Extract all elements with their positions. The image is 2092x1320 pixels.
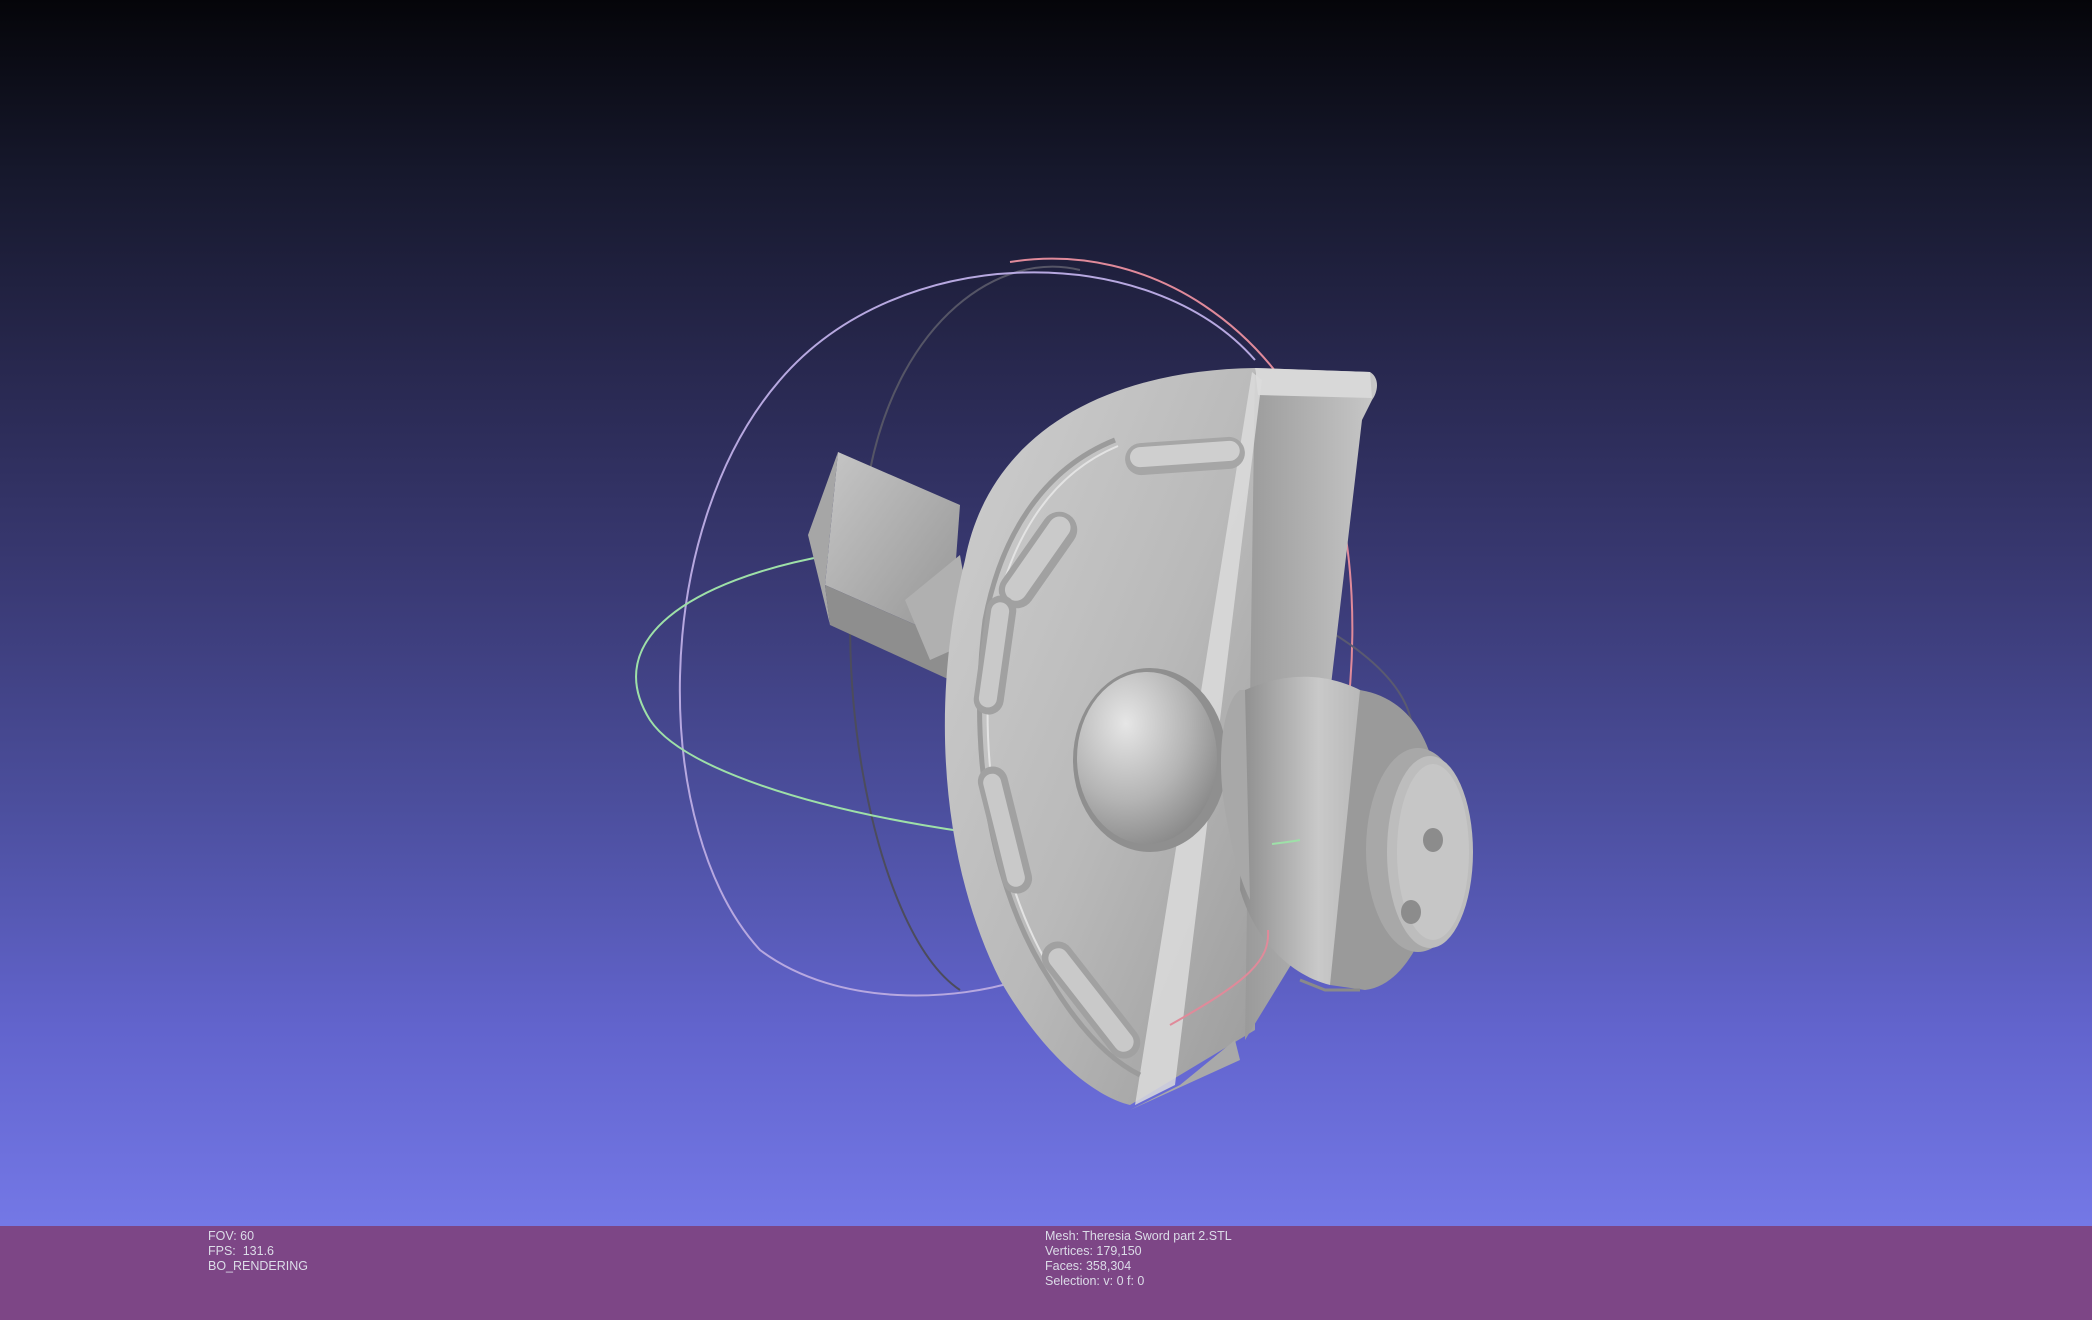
3d-viewport[interactable] (0, 0, 2092, 1226)
mesh-info: Mesh: Theresia Sword part 2.STL Vertices… (1045, 1229, 1232, 1289)
mesh-dome (1073, 668, 1227, 852)
fps-readout: FPS: 131.6 (208, 1244, 275, 1258)
vertex-count: Vertices: 179,150 (1045, 1244, 1142, 1258)
face-count: Faces: 358,304 (1045, 1259, 1132, 1273)
render-info: FOV: 60 FPS: 131.6 BO_RENDERING (208, 1229, 308, 1274)
selection-info: Selection: v: 0 f: 0 (1045, 1274, 1145, 1288)
fov-readout: FOV: 60 (208, 1229, 255, 1243)
mesh-scene[interactable] (0, 0, 2092, 1226)
render-mode-readout: BO_RENDERING (208, 1259, 309, 1273)
mesh-name: Mesh: Theresia Sword part 2.STL (1045, 1229, 1232, 1243)
